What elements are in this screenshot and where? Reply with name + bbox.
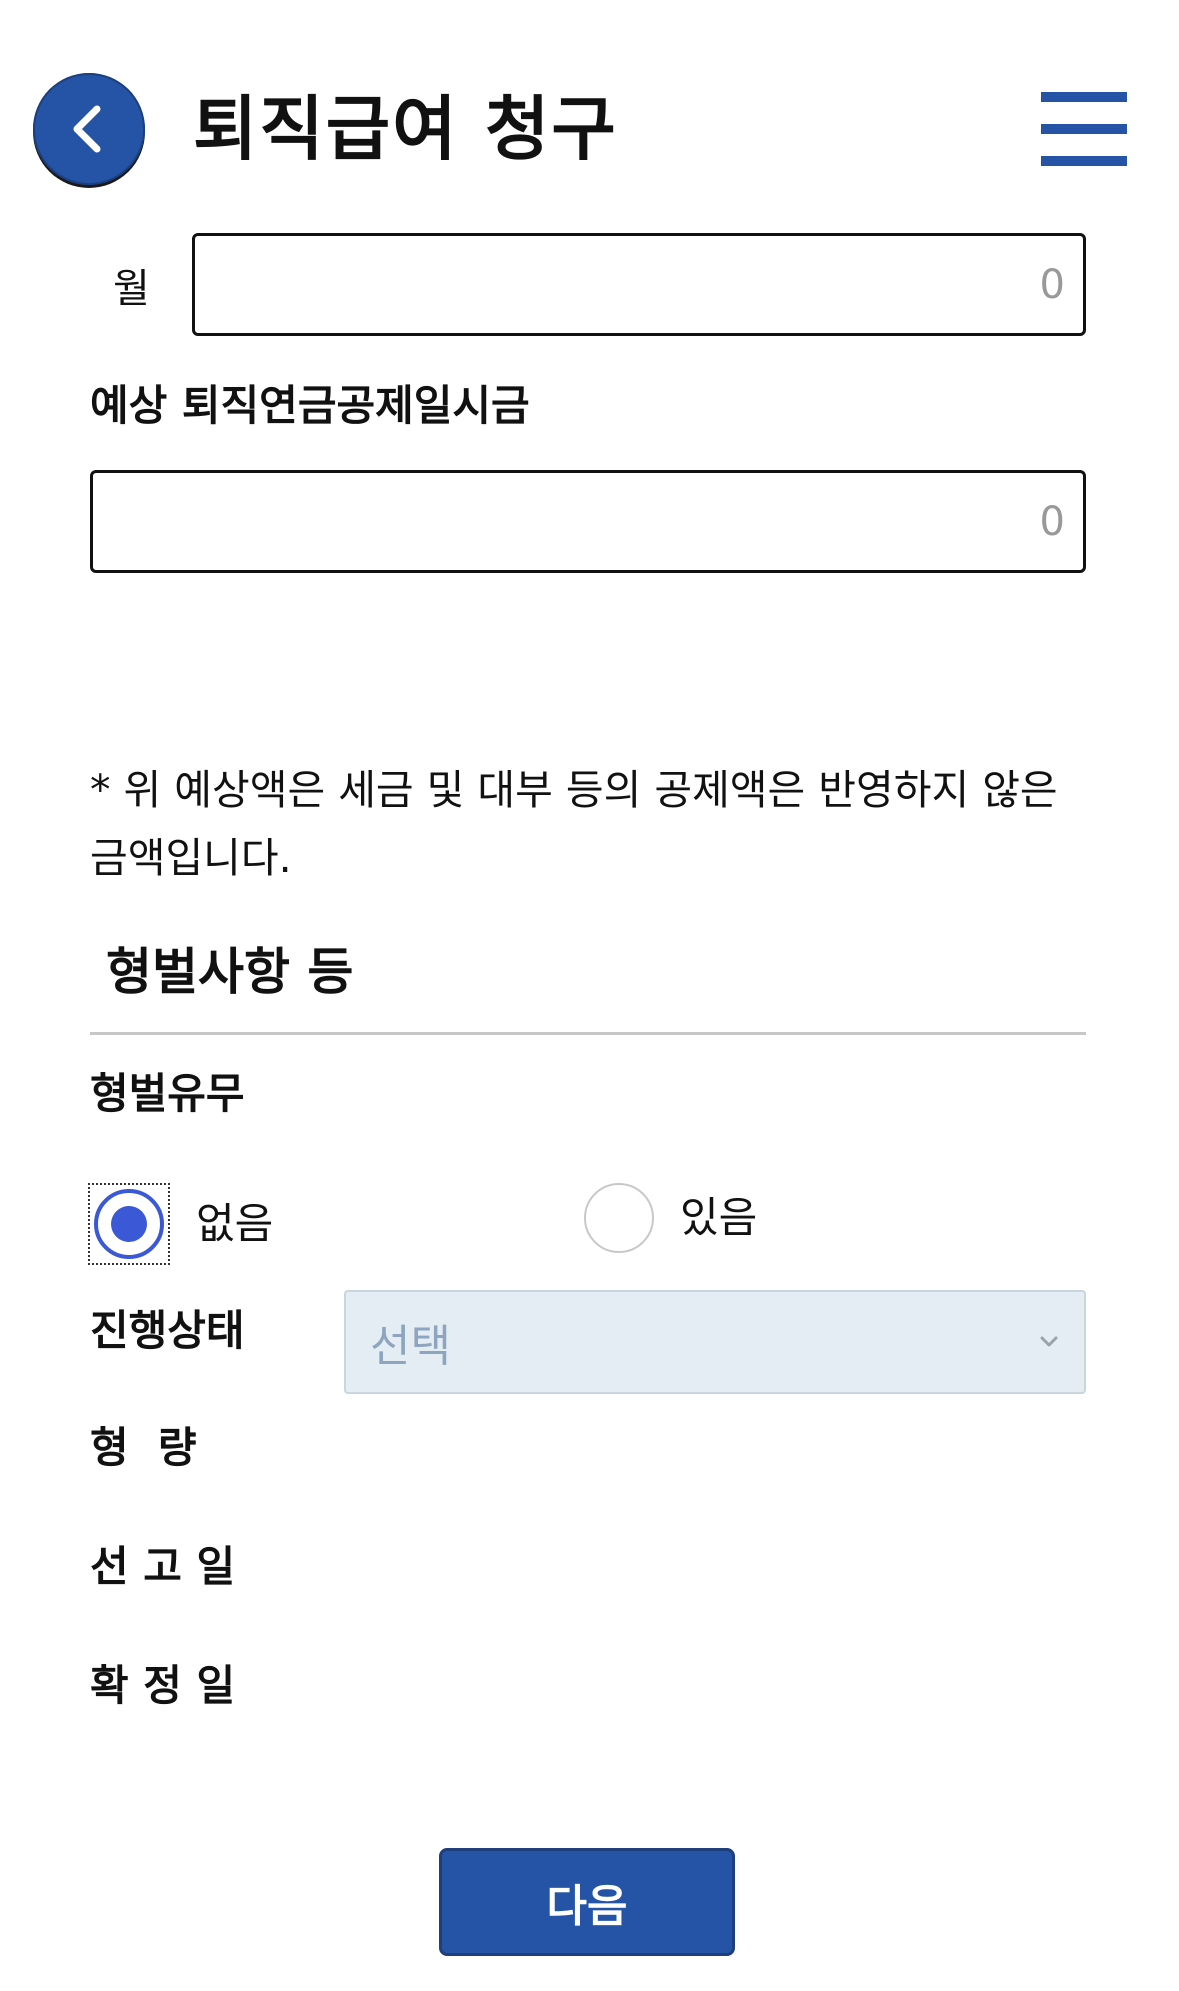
page-title: 퇴직급여 청구 bbox=[193, 88, 618, 170]
divider bbox=[90, 1032, 1086, 1035]
confirm-date-label: 확 정 일 bbox=[90, 1661, 236, 1710]
page: 퇴직급여 청구 월 예상 퇴직연금공제일시금 * 위 예상액은 세금 및 대부 … bbox=[0, 0, 1179, 1991]
hamburger-menu-icon[interactable] bbox=[1041, 92, 1127, 166]
radio-option-yes[interactable]: 있음 bbox=[584, 1183, 757, 1253]
section-title-criminal: 형벌사항 등 bbox=[106, 943, 354, 1001]
radio-button-unchecked[interactable] bbox=[584, 1183, 654, 1253]
pension-lump-input[interactable] bbox=[90, 470, 1086, 573]
sentence-date-label: 선 고 일 bbox=[90, 1542, 236, 1591]
status-select-value: 선택 bbox=[370, 1321, 451, 1372]
back-button[interactable] bbox=[33, 73, 145, 185]
month-input[interactable] bbox=[192, 233, 1086, 336]
next-button[interactable]: 다음 bbox=[439, 1848, 735, 1956]
radio-label-none: 없음 bbox=[196, 1199, 274, 1248]
notice-text: * 위 예상액은 세금 및 대부 등의 공제액은 반영하지 않은 금액입니다. bbox=[90, 766, 1058, 882]
has-penalty-label: 형벌유무 bbox=[90, 1069, 245, 1118]
radio-focus-ring bbox=[88, 1183, 170, 1265]
chevron-left-icon bbox=[73, 105, 101, 153]
month-label: 월 bbox=[113, 266, 150, 312]
radio-label-yes: 있음 bbox=[680, 1193, 758, 1242]
sentence-label: 형 량 bbox=[90, 1423, 197, 1472]
chevron-down-icon bbox=[1040, 1336, 1058, 1347]
status-select[interactable]: 선택 bbox=[344, 1290, 1086, 1394]
radio-button-checked[interactable] bbox=[94, 1189, 164, 1259]
pension-lump-label: 예상 퇴직연금공제일시금 bbox=[90, 381, 530, 430]
status-label: 진행상태 bbox=[90, 1306, 245, 1355]
radio-option-none[interactable]: 없음 bbox=[88, 1183, 273, 1265]
